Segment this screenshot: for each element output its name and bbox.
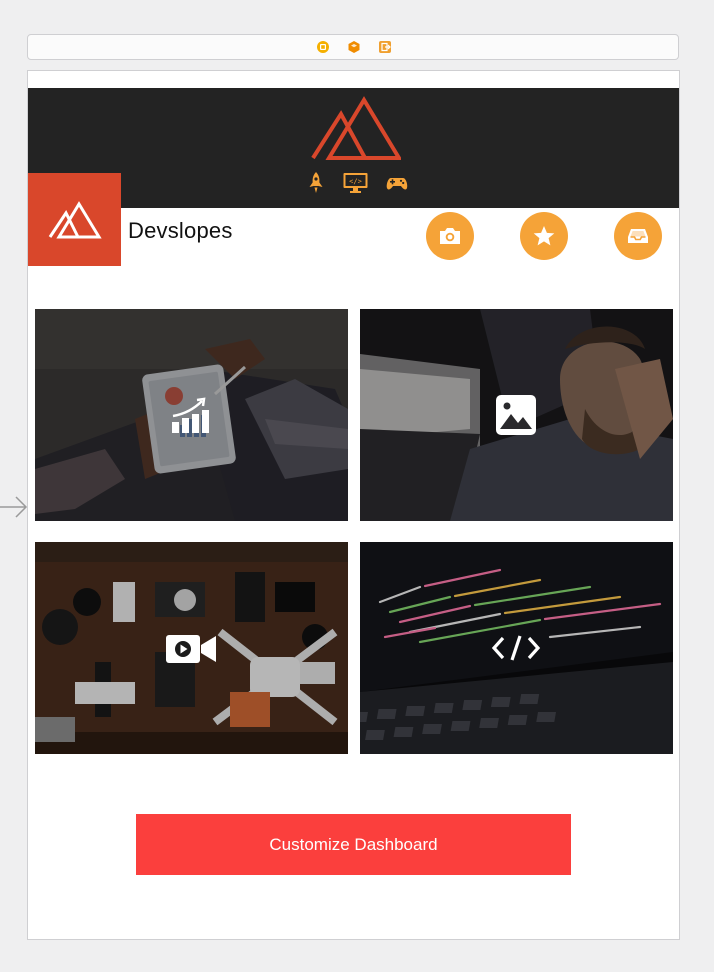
customize-dashboard-button[interactable]: Customize Dashboard [136, 814, 571, 875]
camera-button[interactable] [426, 212, 474, 260]
inbox-button[interactable] [614, 212, 662, 260]
analytics-tile[interactable] [35, 309, 348, 521]
brand-logo-badge [28, 173, 121, 266]
dashboard-screen: </> Devslopes Customize Dashboard [27, 70, 680, 940]
inbox-tray-icon [628, 229, 648, 243]
code-brackets-icon [491, 635, 541, 661]
photos-tile[interactable] [360, 309, 673, 521]
videos-tile[interactable] [35, 542, 348, 754]
mountain-logo-icon [311, 96, 401, 160]
gamepad-icon [386, 178, 408, 190]
view-controller-icon[interactable] [317, 41, 329, 53]
monitor-code-icon: </> [343, 173, 368, 193]
first-responder-icon[interactable] [348, 41, 360, 53]
image-icon [496, 395, 536, 435]
entry-point-arrow-icon [0, 496, 28, 518]
video-camera-icon [166, 635, 216, 663]
code-tile[interactable] [360, 542, 673, 754]
svg-text:</>: </> [349, 178, 362, 186]
rocket-icon [309, 172, 323, 193]
favorites-button[interactable] [520, 212, 568, 260]
brand-name: Devslopes [128, 218, 233, 243]
camera-icon [440, 228, 460, 244]
mountain-logo-icon [48, 201, 102, 239]
header-banner: </> [28, 88, 679, 208]
star-icon [533, 226, 555, 246]
bar-chart-growth-icon [172, 397, 209, 433]
scene-dock [27, 34, 679, 60]
exit-icon[interactable] [379, 41, 391, 53]
